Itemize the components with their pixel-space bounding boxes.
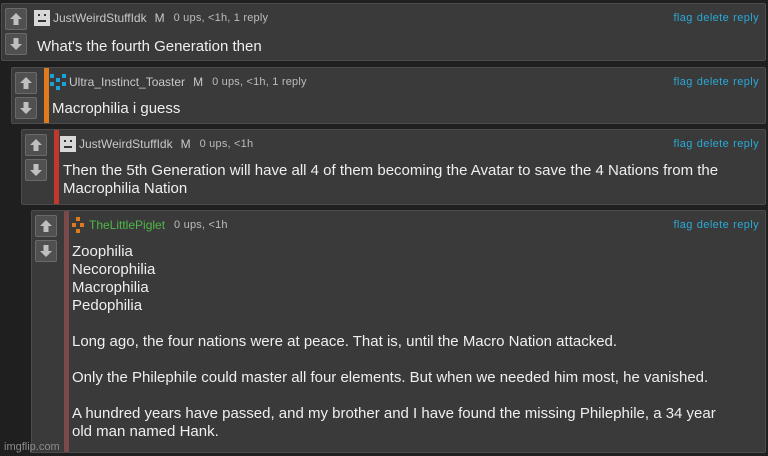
comment-line: Macrophilia i guess <box>52 100 181 117</box>
gender-badge: M <box>180 137 191 151</box>
comment-meta: 0 ups, <1h, 1 reply <box>173 12 269 24</box>
down-arrow-icon <box>30 164 42 176</box>
vote-controls <box>15 72 39 122</box>
comment-2: Ultra_Instinct_Toaster M 0 ups, <1h, 1 r… <box>11 67 766 124</box>
comment-line: Macrophilia Nation <box>63 180 188 197</box>
comment-text: Macrophilia i guess <box>52 100 755 118</box>
pixel-cyan-icon[interactable] <box>50 74 66 90</box>
comment-actions: flag delete reply <box>669 76 759 88</box>
username-link[interactable]: Ultra_Instinct_Toaster <box>69 75 185 89</box>
upvote-button[interactable] <box>5 8 27 30</box>
comment-3: JustWeirdStuffIdk M 0 ups, <1h flag delet… <box>21 129 766 205</box>
comment-line: Only the Philephile could master all fou… <box>72 369 709 386</box>
flag-link[interactable]: flag <box>673 138 692 150</box>
comment-text: Then the 5th Generation will have all 4 … <box>63 162 755 198</box>
comment-line: What's the fourth Generation then <box>37 38 262 55</box>
comment-meta: 0 ups, <1h <box>199 138 254 150</box>
comment-header: TheLittlePiglet 0 ups, <1h flag delete rep… <box>70 217 759 233</box>
delete-link[interactable]: delete <box>697 219 729 231</box>
comment-line: Zoophilia <box>72 243 133 260</box>
comment-line: Macrophilia <box>72 279 149 296</box>
flag-link[interactable]: flag <box>673 219 692 231</box>
comment-1: JustWeirdStuffIdk M 0 ups, <1h, 1 reply … <box>1 3 766 61</box>
downvote-button[interactable] <box>15 97 37 119</box>
comment-text: Zoophilia Necorophilia Macrophilia Pedop… <box>72 243 755 441</box>
thread-accent-bar <box>64 211 69 452</box>
username-link[interactable]: JustWeirdStuffIdk <box>53 11 147 25</box>
upvote-button[interactable] <box>15 72 37 94</box>
comment-actions: flag delete reply <box>669 219 759 231</box>
comment-meta: 0 ups, <1h <box>174 219 228 231</box>
up-arrow-icon <box>20 77 32 89</box>
vote-controls <box>5 8 29 58</box>
delete-link[interactable]: delete <box>697 138 729 150</box>
down-arrow-icon <box>10 38 22 50</box>
comment-4: TheLittlePiglet 0 ups, <1h flag delete rep… <box>31 210 766 453</box>
comment-line: A hundred years have passed, and my brot… <box>72 405 716 422</box>
comment-text: What's the fourth Generation then <box>37 38 755 56</box>
upvote-button[interactable] <box>25 134 47 156</box>
comment-header: JustWeirdStuffIdk M 0 ups, <1h flag delet… <box>60 136 759 152</box>
comment-actions: flag delete reply <box>669 12 759 24</box>
up-arrow-icon <box>40 220 52 232</box>
thread-accent-bar <box>54 130 59 204</box>
delete-link[interactable]: delete <box>697 12 729 24</box>
downvote-button[interactable] <box>35 240 57 262</box>
username-link[interactable]: TheLittlePiglet <box>89 218 165 232</box>
comment-line: Long ago, the four nations were at peace… <box>72 333 618 350</box>
thread-accent-bar <box>44 68 49 123</box>
comment-header: Ultra_Instinct_Toaster M 0 ups, <1h, 1 r… <box>50 74 759 90</box>
delete-link[interactable]: delete <box>697 76 729 88</box>
downvote-button[interactable] <box>25 159 47 181</box>
reply-link[interactable]: reply <box>733 12 759 24</box>
up-arrow-icon <box>30 139 42 151</box>
vote-controls <box>25 134 49 184</box>
comment-line: Then the 5th Generation will have all 4 … <box>63 162 719 179</box>
comment-meta: 0 ups, <1h, 1 reply <box>212 76 307 88</box>
imgflip-watermark: imgflip.com <box>4 441 60 453</box>
up-arrow-icon <box>10 13 22 25</box>
down-arrow-icon <box>40 245 52 257</box>
pixel-face-icon[interactable] <box>60 136 76 152</box>
downvote-button[interactable] <box>5 33 27 55</box>
comment-actions: flag delete reply <box>669 138 759 150</box>
reply-link[interactable]: reply <box>733 76 759 88</box>
down-arrow-icon <box>20 102 32 114</box>
comment-line: Necorophilia <box>72 261 156 278</box>
comment-line: old man named Hank. <box>72 423 219 440</box>
pixel-orange-icon[interactable] <box>70 217 86 233</box>
pixel-face-icon[interactable] <box>34 10 50 26</box>
username-link[interactable]: JustWeirdStuffIdk <box>79 137 173 151</box>
reply-link[interactable]: reply <box>733 219 759 231</box>
comment-line: Pedophilia <box>72 297 143 314</box>
reply-link[interactable]: reply <box>733 138 759 150</box>
flag-link[interactable]: flag <box>673 12 692 24</box>
flag-link[interactable]: flag <box>673 76 692 88</box>
upvote-button[interactable] <box>35 215 57 237</box>
vote-controls <box>35 215 59 265</box>
comment-header: JustWeirdStuffIdk M 0 ups, <1h, 1 reply … <box>34 10 759 26</box>
gender-badge: M <box>154 11 165 25</box>
gender-badge: M <box>193 75 204 89</box>
